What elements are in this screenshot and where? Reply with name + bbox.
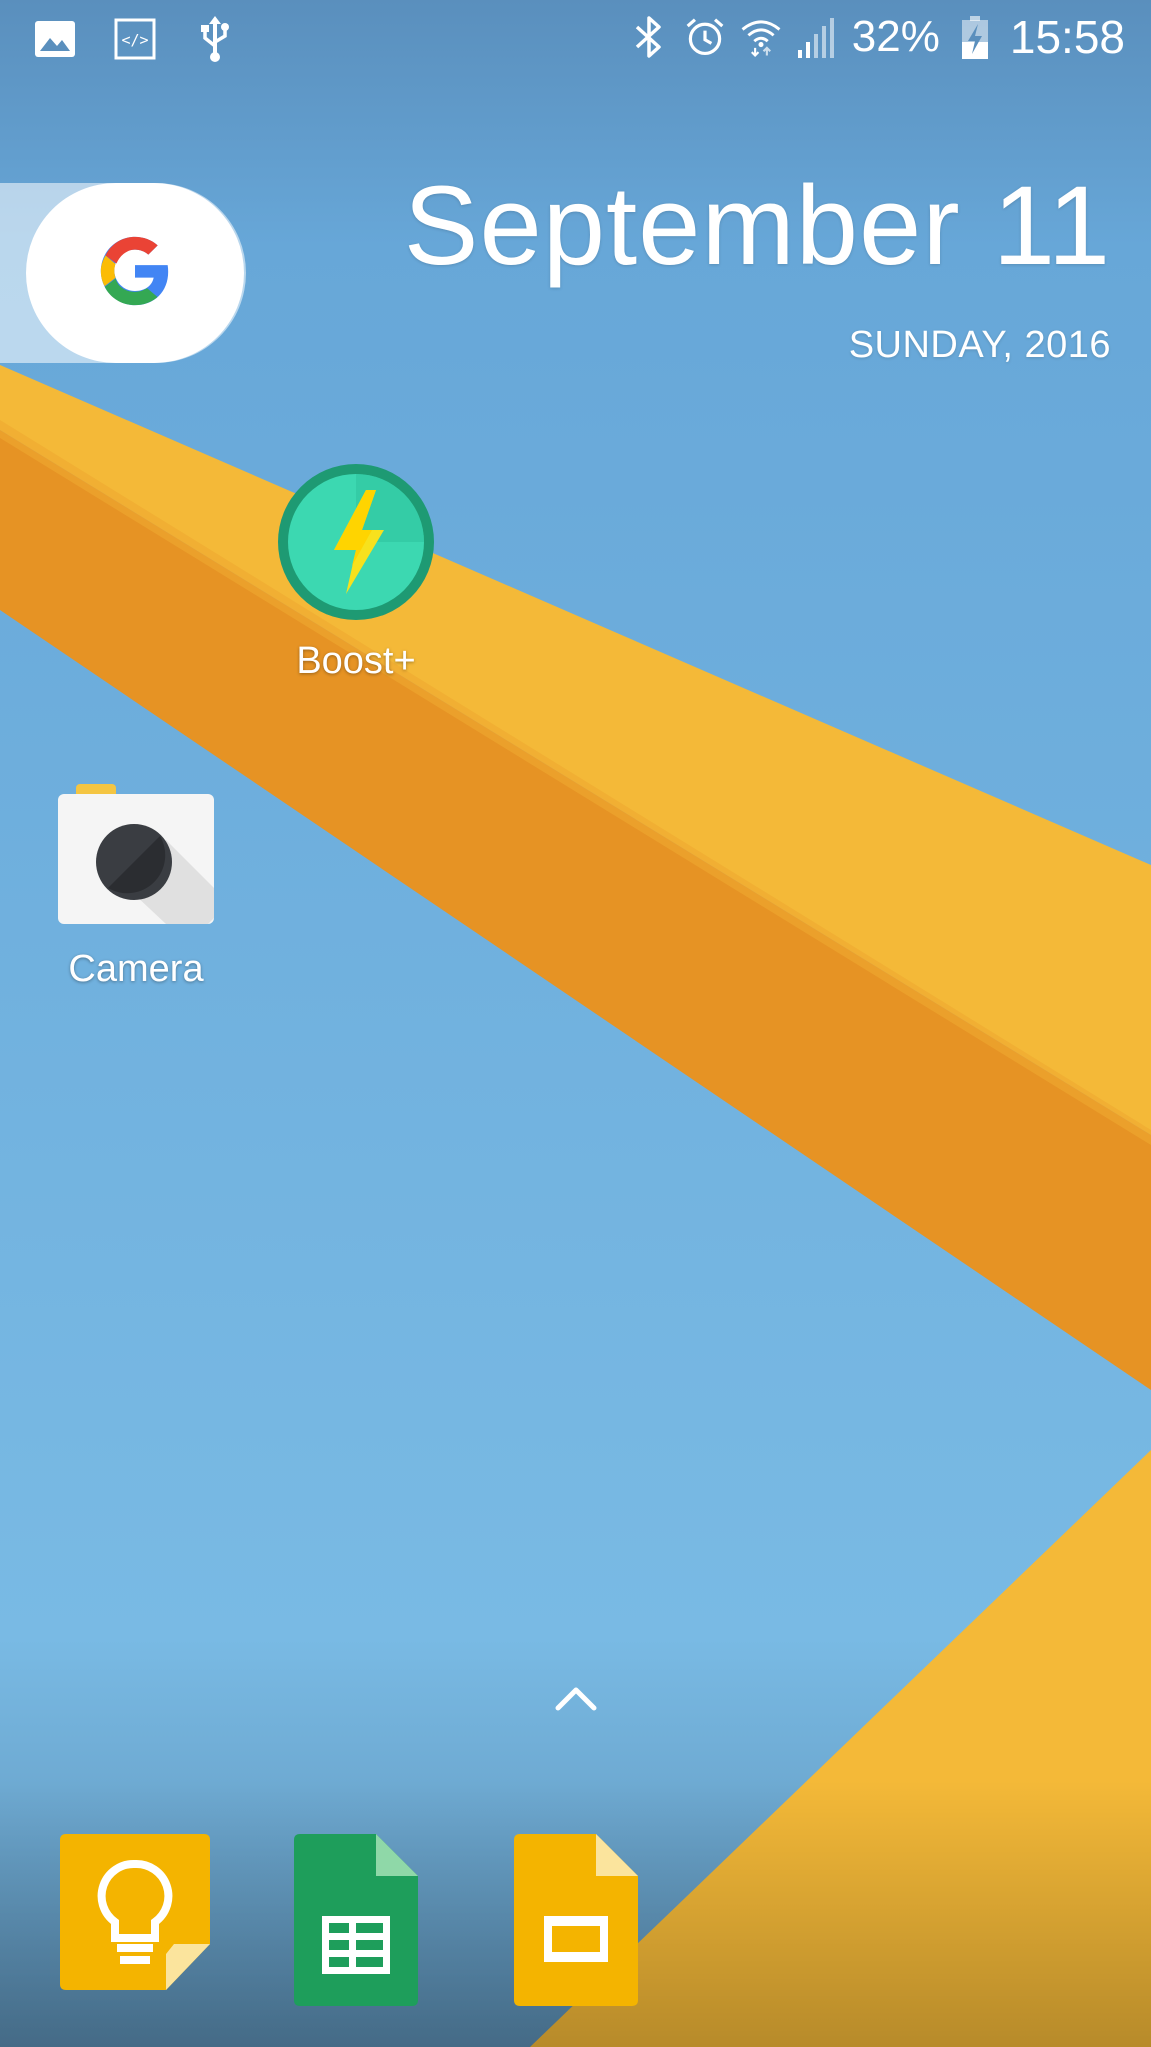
status-bar-right: 32% 15:58: [628, 10, 1125, 64]
day-year-text: SUNDAY, 2016: [848, 324, 1111, 366]
google-search-pill[interactable]: [26, 183, 244, 363]
svg-text:</>: </>: [121, 31, 148, 49]
battery-percent: 32%: [851, 12, 940, 61]
app-drawer-button[interactable]: [552, 1680, 600, 1716]
slides-icon: [514, 1834, 638, 2011]
wifi-icon: [740, 14, 782, 60]
developer-code-icon: </>: [114, 16, 156, 62]
dock-app-sheets[interactable]: [294, 1834, 418, 2011]
sheets-grid-icon: [294, 1834, 418, 2011]
dock-app-keep[interactable]: [60, 1834, 210, 1995]
google-g-icon: [95, 231, 175, 316]
app-camera[interactable]: Camera: [56, 782, 216, 991]
camera-icon: [56, 782, 216, 930]
chevron-up-icon: [552, 1687, 600, 1720]
app-label-camera: Camera: [68, 948, 204, 990]
app-label-boost: Boost+: [296, 640, 416, 682]
image-icon: [34, 16, 76, 62]
date-text: September 11: [403, 163, 1111, 288]
boost-lightning-icon: [276, 462, 436, 622]
usb-icon: [194, 16, 236, 62]
dock-app-slides[interactable]: [514, 1834, 638, 2011]
google-search-widget[interactable]: [0, 183, 246, 363]
bluetooth-icon: [628, 14, 670, 60]
app-boost[interactable]: Boost+: [276, 462, 436, 683]
cell-signal-icon: [796, 14, 838, 60]
clock-time: 15:58: [1009, 11, 1125, 63]
status-bar-left: </>: [34, 16, 236, 62]
battery-icon: [954, 14, 996, 60]
alarm-icon: [684, 14, 726, 60]
status-bar: </> 32% 15:58: [0, 0, 1151, 84]
keep-lightbulb-icon: [60, 1834, 210, 1995]
date-widget[interactable]: September 11 SUNDAY, 2016: [404, 170, 1111, 367]
